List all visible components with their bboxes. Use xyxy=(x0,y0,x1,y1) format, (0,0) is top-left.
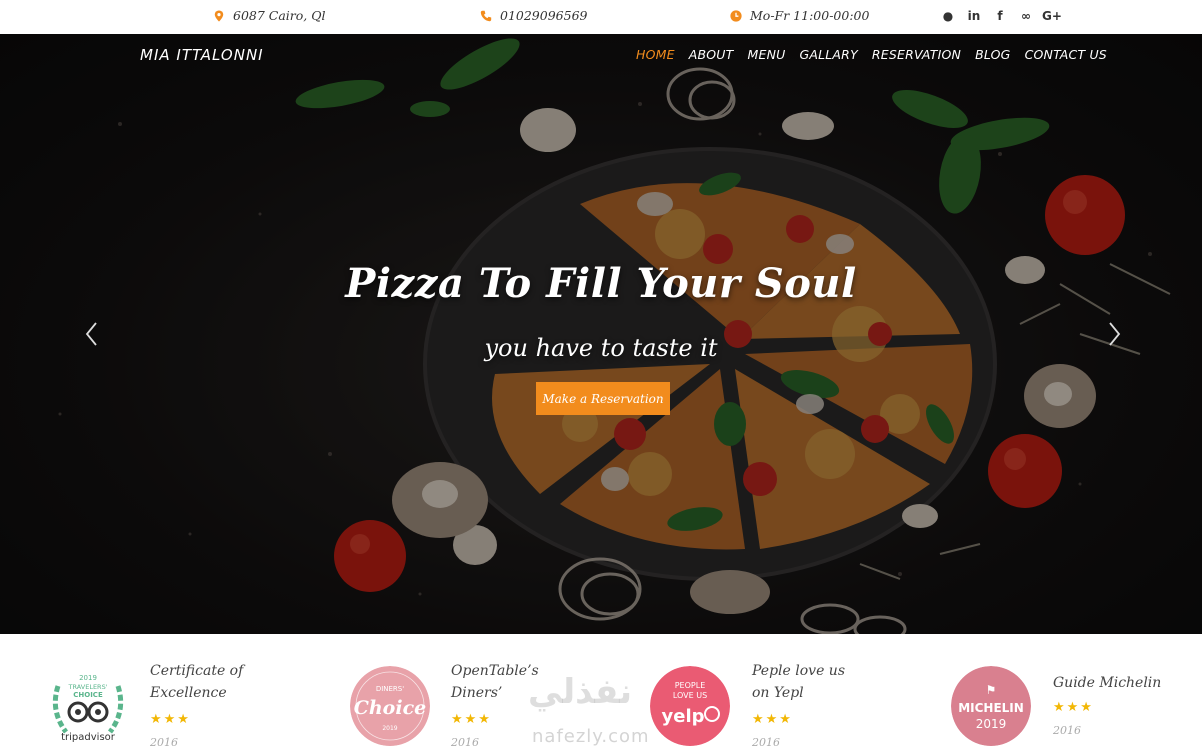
svg-text:tripadvisor: tripadvisor xyxy=(61,732,116,743)
award-year: 2016 xyxy=(150,736,178,749)
hero-subtitle: you have to taste it xyxy=(484,334,718,362)
hero-slider: MIA ITTALONNI HOME ABOUT MENU GALLARY RE… xyxy=(0,34,1202,634)
github-icon[interactable]: ● xyxy=(940,8,956,24)
award-title: OpenTable’s Diners’ xyxy=(451,663,539,701)
top-info-bar: 6087 Cairo, Ql 01029096569 Mo-Fr 11:00-0… xyxy=(0,0,1202,34)
award-year: 2016 xyxy=(451,736,479,749)
address-text: 6087 Cairo, Ql xyxy=(233,8,326,23)
brand-logo[interactable]: MIA ITTALONNI xyxy=(140,46,264,64)
svg-text:2019: 2019 xyxy=(976,717,1007,731)
award-title: Guide Michelin xyxy=(1053,675,1162,691)
tripadvisor-icon[interactable]: ∞ xyxy=(1018,8,1034,24)
svg-text:CHOICE: CHOICE xyxy=(73,691,103,699)
svg-text:2019: 2019 xyxy=(382,725,397,732)
svg-text:Choice: Choice xyxy=(354,697,426,719)
star-rating: ★★★ xyxy=(1053,700,1094,715)
nav-item-gallary[interactable]: GALLARY xyxy=(799,47,857,62)
facebook-icon[interactable]: f xyxy=(992,8,1008,24)
hero-title: Pizza To Fill Your Soul xyxy=(345,260,857,307)
star-rating: ★★★ xyxy=(451,712,492,727)
nav-item-menu[interactable]: MENU xyxy=(747,47,785,62)
phone-text: 01029096569 xyxy=(500,8,588,23)
clock-icon xyxy=(730,9,742,22)
make-reservation-button[interactable]: Make a Reservation xyxy=(536,382,670,415)
nav-item-about[interactable]: ABOUT xyxy=(689,47,734,62)
hours-item: Mo-Fr 11:00-00:00 xyxy=(730,8,869,23)
svg-text:DINERS': DINERS' xyxy=(376,685,404,693)
awards-section: 2019 TRAVELERS' CHOICE tripadvisor Certi… xyxy=(0,634,1202,751)
svg-text:yelp: yelp xyxy=(662,706,705,727)
linkedin-icon[interactable]: in xyxy=(966,8,982,24)
star-rating: ★★★ xyxy=(752,712,793,727)
social-links: ● in f ∞ G+ xyxy=(940,8,1062,24)
award-year: 2016 xyxy=(1053,724,1081,737)
chevron-right-icon[interactable] xyxy=(1104,320,1124,348)
nav-item-home[interactable]: HOME xyxy=(636,47,675,62)
svg-text:PEOPLE: PEOPLE xyxy=(675,681,706,690)
tripadvisor-badge-icon: 2019 TRAVELERS' CHOICE tripadvisor xyxy=(52,674,124,743)
svg-text:2019: 2019 xyxy=(79,674,97,682)
nav-item-contact-us[interactable]: CONTACT US xyxy=(1025,47,1107,62)
address-item: 6087 Cairo, Ql xyxy=(213,8,326,23)
google-plus-icon[interactable]: G+ xyxy=(1042,8,1062,24)
svg-text:TRAVELERS': TRAVELERS' xyxy=(68,683,108,691)
svg-text:MICHELIN: MICHELIN xyxy=(958,701,1024,715)
nav-item-reservation[interactable]: RESERVATION xyxy=(872,47,961,62)
phone-icon xyxy=(480,10,492,21)
hours-text: Mo-Fr 11:00-00:00 xyxy=(750,8,870,23)
award-year: 2016 xyxy=(752,736,780,749)
svg-text:LOVE US: LOVE US xyxy=(673,691,707,700)
award-title: Peple love us on Yepl xyxy=(752,663,846,701)
chevron-left-icon[interactable] xyxy=(82,320,102,348)
yelp-badge-icon: PEOPLE LOVE US yelp xyxy=(650,666,730,746)
diners-choice-badge-icon: DINERS' Choice 2019 xyxy=(350,666,430,746)
phone-item[interactable]: 01029096569 xyxy=(480,8,587,23)
award-title: Certificate of Excellence xyxy=(150,663,244,701)
main-nav: HOME ABOUT MENU GALLARY RESERVATION BLOG… xyxy=(636,47,1107,62)
michelin-badge-icon: ⚑ MICHELIN 2019 xyxy=(951,666,1031,746)
svg-text:⚑: ⚑ xyxy=(986,683,997,697)
map-pin-icon xyxy=(214,10,224,21)
star-rating: ★★★ xyxy=(150,712,191,727)
nav-item-blog[interactable]: BLOG xyxy=(975,47,1010,62)
